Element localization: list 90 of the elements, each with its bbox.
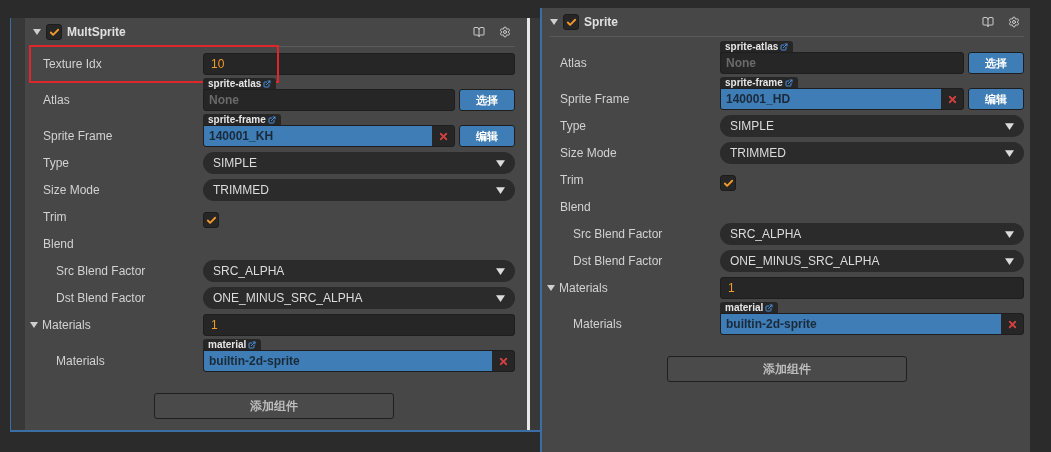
- dropdown-arrow-icon: [496, 185, 505, 195]
- property-label: Materials: [559, 281, 608, 295]
- check-icon: [48, 26, 60, 38]
- dropdown[interactable]: SRC_ALPHA: [720, 223, 1024, 245]
- property-label: Type: [43, 156, 69, 170]
- dropdown-arrow-icon: [1005, 229, 1014, 239]
- number-field[interactable]: 1: [720, 277, 1024, 299]
- check-icon: [722, 177, 734, 189]
- help-icon[interactable]: [473, 26, 485, 38]
- asset-field[interactable]: None: [203, 89, 455, 111]
- checkbox[interactable]: [203, 212, 219, 228]
- clear-button[interactable]: [432, 126, 454, 146]
- clear-button[interactable]: [1001, 314, 1023, 334]
- property-label: Dst Blend Factor: [56, 291, 146, 305]
- number-field[interactable]: 10: [203, 53, 515, 75]
- property-label: Atlas: [43, 93, 70, 107]
- dropdown-arrow-icon: [1005, 148, 1014, 158]
- asset-field[interactable]: None: [720, 52, 964, 74]
- external-link-icon[interactable]: [765, 303, 774, 312]
- dropdown-arrow-icon: [496, 293, 505, 303]
- component-title: Sprite: [584, 15, 618, 29]
- dropdown[interactable]: SIMPLE: [203, 152, 515, 174]
- property-label: Sprite Frame: [560, 92, 630, 106]
- dropdown[interactable]: TRIMMED: [720, 142, 1024, 164]
- property-label: Materials: [56, 354, 105, 368]
- asset-type-tag: sprite-atlas: [720, 41, 794, 52]
- dropdown[interactable]: ONE_MINUS_SRC_ALPHA: [720, 250, 1024, 272]
- collapse-arrow-icon[interactable]: [550, 18, 558, 26]
- property-label: Type: [560, 119, 586, 133]
- close-icon: [497, 355, 509, 367]
- add-component-button[interactable]: 添加组件: [154, 393, 394, 419]
- asset-type-tag: sprite-atlas: [203, 78, 277, 89]
- clear-button[interactable]: [941, 89, 963, 109]
- dropdown-arrow-icon: [1005, 121, 1014, 131]
- asset-field[interactable]: builtin-2d-sprite: [720, 313, 1024, 335]
- dropdown-arrow-icon: [496, 266, 505, 276]
- asset-field[interactable]: 140001_KH: [203, 125, 455, 147]
- asset-button[interactable]: 选择: [459, 89, 515, 111]
- external-link-icon[interactable]: [784, 78, 793, 87]
- property-label: Atlas: [560, 56, 587, 70]
- component-title: MultSprite: [67, 25, 126, 39]
- close-icon: [1006, 318, 1018, 330]
- asset-button[interactable]: 选择: [968, 52, 1024, 74]
- enable-checkbox[interactable]: [563, 14, 579, 30]
- asset-type-tag: material: [203, 339, 262, 350]
- dropdown[interactable]: TRIMMED: [203, 179, 515, 201]
- external-link-icon[interactable]: [263, 79, 272, 88]
- asset-type-tag: sprite-frame: [203, 114, 281, 125]
- property-label: Blend: [560, 200, 591, 214]
- property-label: Sprite Frame: [43, 129, 113, 143]
- close-icon: [946, 93, 958, 105]
- asset-button[interactable]: 编辑: [459, 125, 515, 147]
- property-label: Texture Idx: [43, 57, 102, 71]
- add-component-button[interactable]: 添加组件: [667, 356, 907, 382]
- clear-button[interactable]: [492, 351, 514, 371]
- property-label: Dst Blend Factor: [573, 254, 663, 268]
- asset-button[interactable]: 编辑: [968, 88, 1024, 110]
- property-label: Src Blend Factor: [56, 264, 146, 278]
- dropdown-arrow-icon: [496, 158, 505, 168]
- close-icon: [437, 130, 449, 142]
- asset-type-tag: sprite-frame: [720, 77, 798, 88]
- property-label: Materials: [573, 317, 622, 331]
- asset-field[interactable]: 140001_HD: [720, 88, 964, 110]
- property-label: Materials: [42, 318, 91, 332]
- settings-icon[interactable]: [499, 26, 511, 38]
- enable-checkbox[interactable]: [46, 24, 62, 40]
- property-label: Trim: [560, 173, 584, 187]
- external-link-icon[interactable]: [267, 115, 276, 124]
- property-label: Size Mode: [560, 146, 617, 160]
- property-label: Blend: [43, 237, 74, 251]
- asset-type-tag: material: [720, 302, 779, 313]
- check-icon: [205, 214, 217, 226]
- dropdown[interactable]: ONE_MINUS_SRC_ALPHA: [203, 287, 515, 309]
- property-label: Trim: [43, 210, 67, 224]
- help-icon[interactable]: [982, 16, 994, 28]
- dropdown[interactable]: SRC_ALPHA: [203, 260, 515, 282]
- external-link-icon[interactable]: [780, 42, 789, 51]
- expand-arrow-icon[interactable]: [30, 321, 38, 329]
- property-label: Src Blend Factor: [573, 227, 663, 241]
- expand-arrow-icon[interactable]: [547, 284, 555, 292]
- settings-icon[interactable]: [1008, 16, 1020, 28]
- number-field[interactable]: 1: [203, 314, 515, 336]
- property-label: Size Mode: [43, 183, 100, 197]
- external-link-icon[interactable]: [248, 340, 257, 349]
- checkbox[interactable]: [720, 175, 736, 191]
- dropdown[interactable]: SIMPLE: [720, 115, 1024, 137]
- dropdown-arrow-icon: [1005, 256, 1014, 266]
- asset-field[interactable]: builtin-2d-sprite: [203, 350, 515, 372]
- collapse-arrow-icon[interactable]: [33, 28, 41, 36]
- check-icon: [565, 16, 577, 28]
